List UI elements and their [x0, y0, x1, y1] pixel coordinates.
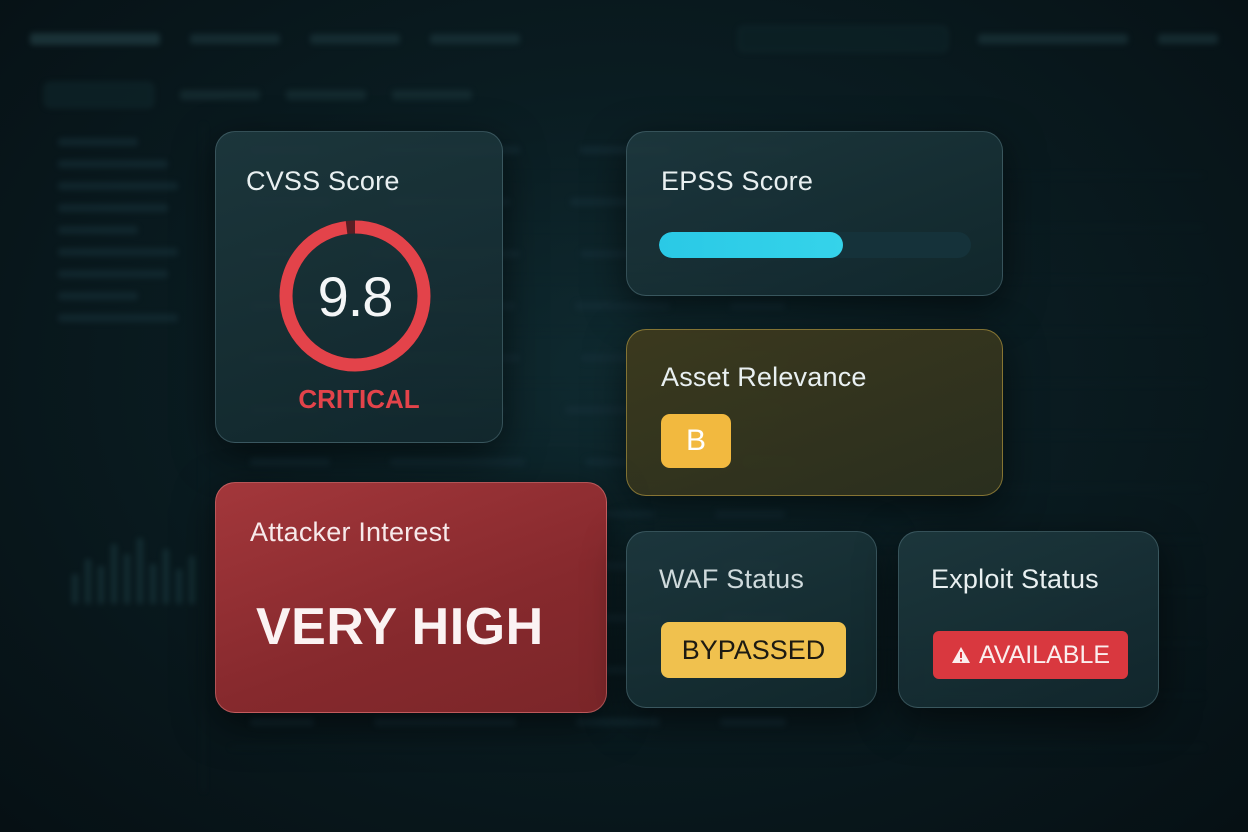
waf-status-title: WAF Status [659, 564, 805, 594]
background-tool [392, 90, 472, 100]
epss-progress-track [659, 232, 971, 258]
background-sidebar-row [58, 270, 168, 278]
background-sidebar-row [58, 138, 138, 146]
attacker-interest-title: Attacker Interest [250, 517, 450, 547]
background-nav-item [430, 34, 520, 44]
background-toolbar [44, 80, 1204, 110]
background-search [738, 26, 948, 52]
cvss-score-card[interactable]: CVSS Score 9.8 CRITICAL [215, 131, 503, 443]
exploit-status-title: Exploit Status [931, 564, 1099, 594]
background-tool [286, 90, 366, 100]
background-nav-item [190, 34, 280, 44]
epss-progress-fill [659, 232, 844, 258]
waf-status-card[interactable]: WAF Status BYPASSED [626, 531, 877, 708]
background-user [1158, 34, 1218, 44]
background-topbar [30, 22, 1218, 56]
waf-status-badge: BYPASSED [661, 622, 846, 678]
background-logo [30, 33, 160, 45]
exploit-status-card[interactable]: Exploit Status AVAILABLE [898, 531, 1159, 708]
attacker-interest-value: VERY HIGH [256, 598, 544, 656]
background-sidebar-row [58, 182, 178, 190]
exploit-status-badge: AVAILABLE [933, 631, 1128, 679]
background-sidebar-row [58, 160, 168, 168]
background-nav-item [310, 34, 400, 44]
epss-score-title: EPSS Score [661, 166, 814, 196]
background-sidebar-row [58, 292, 138, 300]
attacker-interest-card[interactable]: Attacker Interest VERY HIGH [215, 482, 607, 713]
background-sidebar-row [58, 248, 178, 256]
background-sidebar-row [58, 204, 168, 212]
cvss-score-value: 9.8 [317, 264, 394, 328]
background-tool [180, 90, 260, 100]
asset-grade-badge: B [661, 414, 731, 468]
cvss-score-title: CVSS Score [246, 166, 400, 196]
background-mini-chart [72, 534, 195, 604]
epss-score-card[interactable]: EPSS Score [626, 131, 1003, 296]
cvss-severity-label: CRITICAL [298, 384, 420, 414]
background-sidebar-row [58, 226, 138, 234]
warning-icon [951, 647, 970, 663]
background-chip [44, 82, 154, 108]
asset-relevance-card[interactable]: Asset Relevance B [626, 329, 1003, 496]
background-filter [978, 34, 1128, 44]
asset-relevance-title: Asset Relevance [661, 362, 867, 392]
background-sidebar [44, 124, 204, 792]
background-sidebar-row [58, 314, 178, 322]
exploit-status-value: AVAILABLE [978, 640, 1111, 669]
